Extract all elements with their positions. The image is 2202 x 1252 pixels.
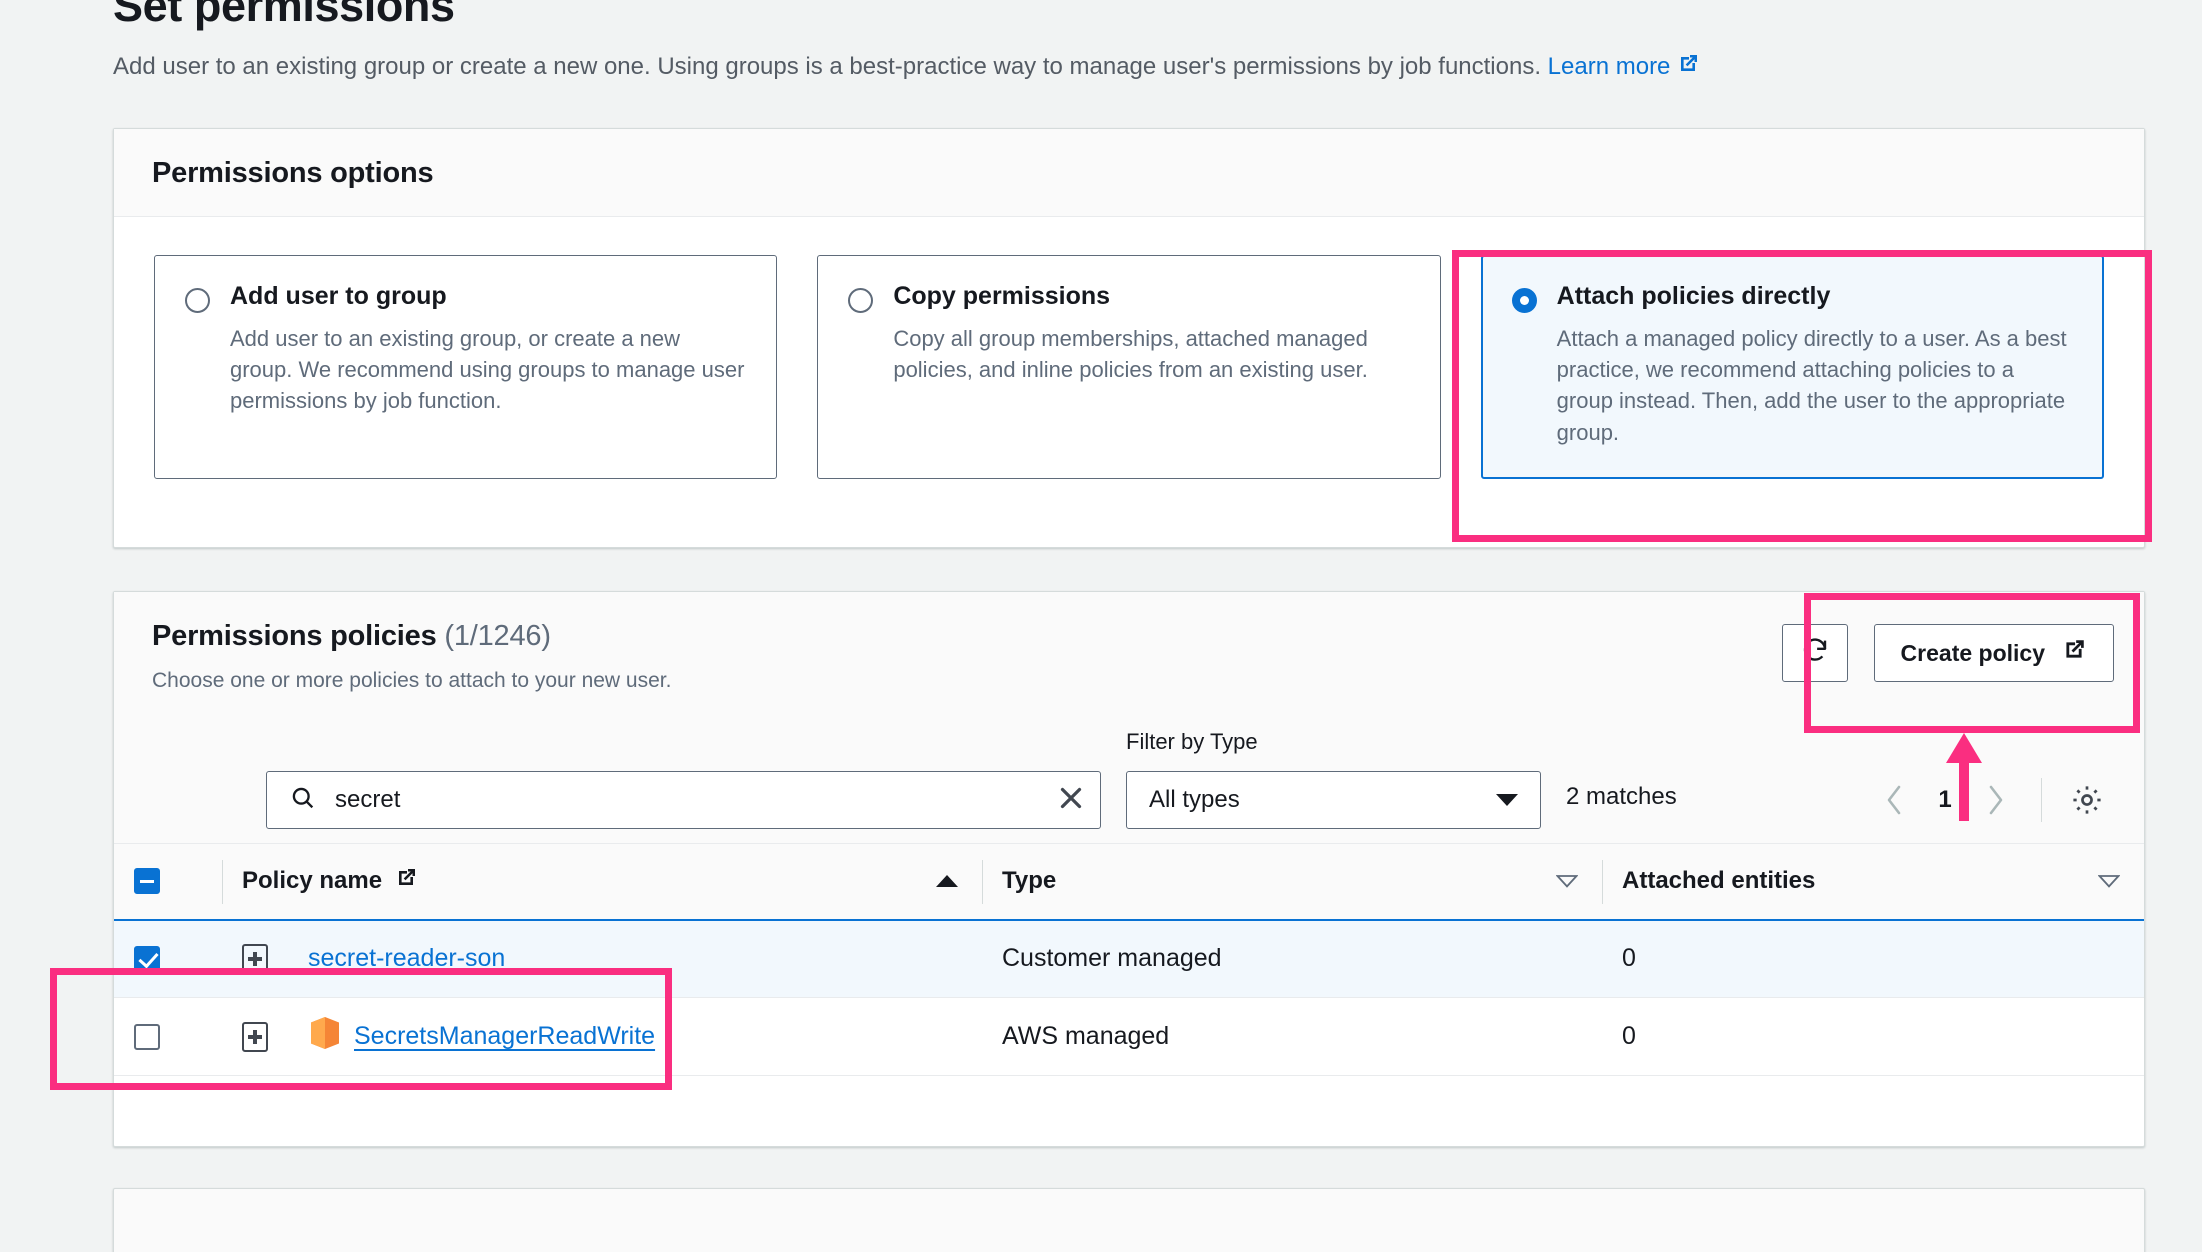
column-header-type[interactable]: Type [982,843,1602,920]
column-label-attached-entities: Attached entities [1622,867,1816,895]
filter-by-type-label: Filter by Type [1126,729,1258,754]
policies-filter-row: Filter by Type All types 2 matches [114,719,2144,843]
refresh-icon [1800,635,1830,671]
policy-type-value: Customer managed [1002,944,1222,973]
filter-type-select[interactable]: All types [1126,771,1541,829]
next-page-button[interactable] [1969,773,2023,827]
option-card-attach-policies-directly[interactable]: Attach policies directly Attach a manage… [1480,255,2104,479]
row-checkbox[interactable] [134,945,160,972]
column-header-policy-name[interactable]: Policy name [222,843,982,920]
table-preferences-button[interactable] [2060,773,2114,827]
policies-table-body: secret-reader-son Customer managed 0 Sec… [114,918,2144,1076]
row-select-cell [114,918,222,998]
external-link-icon [2061,637,2087,669]
column-header-attached-entities[interactable]: Attached entities [1602,843,2144,920]
policies-table: Policy name Type Attached entities secre… [114,843,2144,1076]
permissions-options-header: Permissions options [114,129,2144,217]
option-card-add-user-to-group[interactable]: Add user to group Add user to an existin… [154,255,778,479]
policy-type-value: AWS managed [1002,1022,1170,1050]
column-label-type: Type [1002,867,1057,895]
sort-ascending-icon[interactable] [936,867,958,895]
column-divider [222,860,223,904]
permissions-policies-panel: Permissions policies (1/1246) Choose one… [113,591,2145,1147]
filter-type-value: All types [1149,786,1240,813]
policy-name-link[interactable]: SecretsManagerReadWrite [354,1022,655,1051]
option-title-copy-permissions: Copy permissions [893,282,1111,310]
matches-count: 2 matches [1566,783,1677,810]
row-select-cell [114,997,222,1076]
table-row[interactable]: SecretsManagerReadWrite AWS managed 0 [114,997,2144,1076]
row-checkbox[interactable] [134,1023,160,1050]
refresh-button[interactable] [1781,624,1848,682]
row-policy-name-cell: SecretsManagerReadWrite [222,997,982,1076]
create-policy-label: Create policy [1900,639,2045,666]
permissions-boundary-panel[interactable]: Set permissions boundary - optional [113,1188,2145,1252]
attached-entities-value: 0 [1622,944,1636,973]
policy-name-link[interactable]: secret-reader-son [308,944,505,973]
page-description: Add user to an existing group or create … [113,52,1700,83]
option-description-add-user-to-group: Add user to an existing group, or create… [230,326,745,414]
row-type-cell: AWS managed [982,997,1602,1076]
policy-search-input[interactable] [333,785,1054,815]
search-icon [289,784,317,817]
learn-more-link[interactable]: Learn more [1548,53,1701,80]
aws-managed-policy-icon [308,1015,342,1058]
sort-descending-icon[interactable] [1555,867,1579,895]
table-row[interactable]: secret-reader-son Customer managed 0 [114,918,2144,998]
expand-row-icon[interactable] [242,1021,268,1052]
select-all-checkbox[interactable] [134,868,160,895]
option-title-add-user-to-group: Add user to group [230,282,447,310]
permissions-policies-actions: Create policy [1781,624,2114,682]
page-description-text: Add user to an existing group or create … [113,53,1541,80]
column-divider [982,860,983,904]
row-policy-name-cell: secret-reader-son [222,918,982,998]
radio-copy-permissions[interactable] [848,288,874,313]
column-divider [1602,860,1603,904]
permissions-policies-title-text: Permissions policies [152,620,437,652]
option-description-attach-policies-directly: Attach a managed policy directly to a us… [1556,326,2067,445]
attached-entities-value: 0 [1622,1022,1636,1050]
chevron-down-icon [1496,786,1518,814]
permissions-options-title: Permissions options [152,157,434,189]
table-header-row: Policy name Type Attached entities [114,843,2144,920]
option-description-copy-permissions: Copy all group memberships, attached man… [893,326,1368,383]
learn-more-label: Learn more [1547,53,1671,80]
policies-table-header: Policy name Type Attached entities [114,843,2144,920]
previous-page-button[interactable] [1867,773,1921,827]
permissions-options-cards: Add user to group Add user to an existin… [114,217,2144,517]
external-link-icon [1676,52,1700,83]
option-card-copy-permissions[interactable]: Copy permissions Copy all group membersh… [817,255,1441,479]
row-attached-entities-cell: 0 [1602,997,2144,1076]
row-attached-entities-cell: 0 [1602,918,2144,998]
pagination-divider [2041,778,2042,822]
sort-descending-icon[interactable] [2097,867,2121,895]
column-label-policy-name: Policy name [242,867,383,895]
radio-attach-policies-directly[interactable] [1511,288,1537,313]
permissions-options-panel: Permissions options Add user to group Ad… [113,128,2145,548]
permissions-policies-header: Permissions policies (1/1246) Choose one… [114,592,2144,719]
policy-search-box[interactable] [266,771,1101,829]
page-title: Set permissions [113,0,455,31]
option-title-attach-policies-directly: Attach policies directly [1556,282,1831,310]
clear-search-icon[interactable] [1054,781,1088,820]
select-all-header [114,843,222,920]
radio-add-user-to-group[interactable] [185,288,210,313]
permissions-policies-count: (1/1246) [444,620,551,652]
expand-row-icon[interactable] [242,943,268,974]
create-policy-button[interactable]: Create policy [1873,624,2114,682]
external-link-icon [394,866,418,897]
row-type-cell: Customer managed [982,918,1602,998]
current-page-number[interactable]: 1 [1925,786,1965,814]
pagination: 1 [1867,771,2114,829]
